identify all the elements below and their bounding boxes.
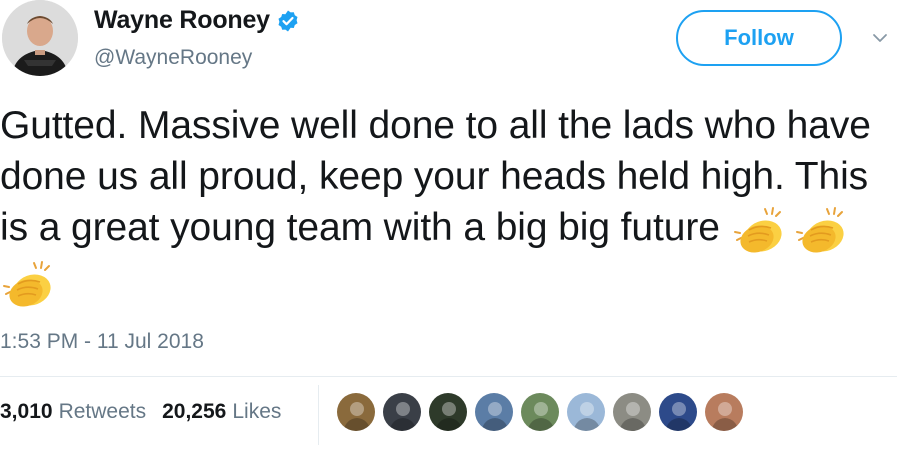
liker-avatar[interactable] — [336, 392, 376, 432]
avatar-photo-icon — [429, 393, 467, 431]
clapping-hands-icon — [795, 207, 844, 253]
liker-avatar[interactable] — [382, 392, 422, 432]
author-handle[interactable]: @WayneRooney — [94, 46, 252, 70]
clapping-hands-icon — [733, 207, 782, 253]
avatar-photo-icon — [521, 393, 559, 431]
liker-avatar[interactable] — [474, 392, 514, 432]
avatar-photo-icon — [705, 393, 743, 431]
follow-button[interactable]: Follow — [676, 10, 842, 66]
liker-avatar[interactable] — [428, 392, 468, 432]
retweets-label: Retweets — [58, 400, 147, 423]
tweet-timestamp[interactable]: 1:53 PM - 11 Jul 2018 — [0, 330, 204, 354]
retweets-stat[interactable]: 3,010 Retweets — [0, 400, 146, 424]
stats-separator — [318, 385, 319, 445]
likes-count: 20,256 — [162, 400, 227, 423]
divider — [0, 376, 897, 377]
avatar-photo-icon — [567, 393, 605, 431]
clapping-hands-icon — [3, 261, 51, 307]
likers-avatars — [336, 392, 750, 432]
avatar-photo-icon — [613, 393, 651, 431]
tweet-stats: 3,010 Retweets 20,256 Likes — [0, 400, 297, 424]
verified-badge-icon — [278, 10, 298, 31]
avatar-photo-icon — [659, 393, 697, 431]
liker-avatar[interactable] — [520, 392, 560, 432]
avatar-photo-icon — [475, 393, 513, 431]
retweets-count: 3,010 — [0, 400, 53, 423]
author-display-name[interactable]: Wayne Rooney — [94, 6, 270, 35]
avatar-photo-icon — [337, 393, 375, 431]
tweet-card: Wayne Rooney @WayneRooney Follow Gutted.… — [0, 0, 897, 452]
avatar[interactable] — [2, 0, 78, 76]
liker-avatar[interactable] — [612, 392, 652, 432]
liker-avatar[interactable] — [704, 392, 744, 432]
liker-avatar[interactable] — [566, 392, 606, 432]
likes-label: Likes — [232, 400, 282, 423]
avatar-photo-icon — [383, 393, 421, 431]
liker-avatar[interactable] — [658, 392, 698, 432]
chevron-down-icon[interactable] — [872, 30, 888, 46]
likes-stat[interactable]: 20,256 Likes — [162, 400, 281, 424]
profile-photo-icon — [2, 0, 78, 76]
tweet-text: Gutted. Massive well done to all the lad… — [0, 100, 897, 310]
author-name-row: Wayne Rooney — [94, 6, 300, 35]
